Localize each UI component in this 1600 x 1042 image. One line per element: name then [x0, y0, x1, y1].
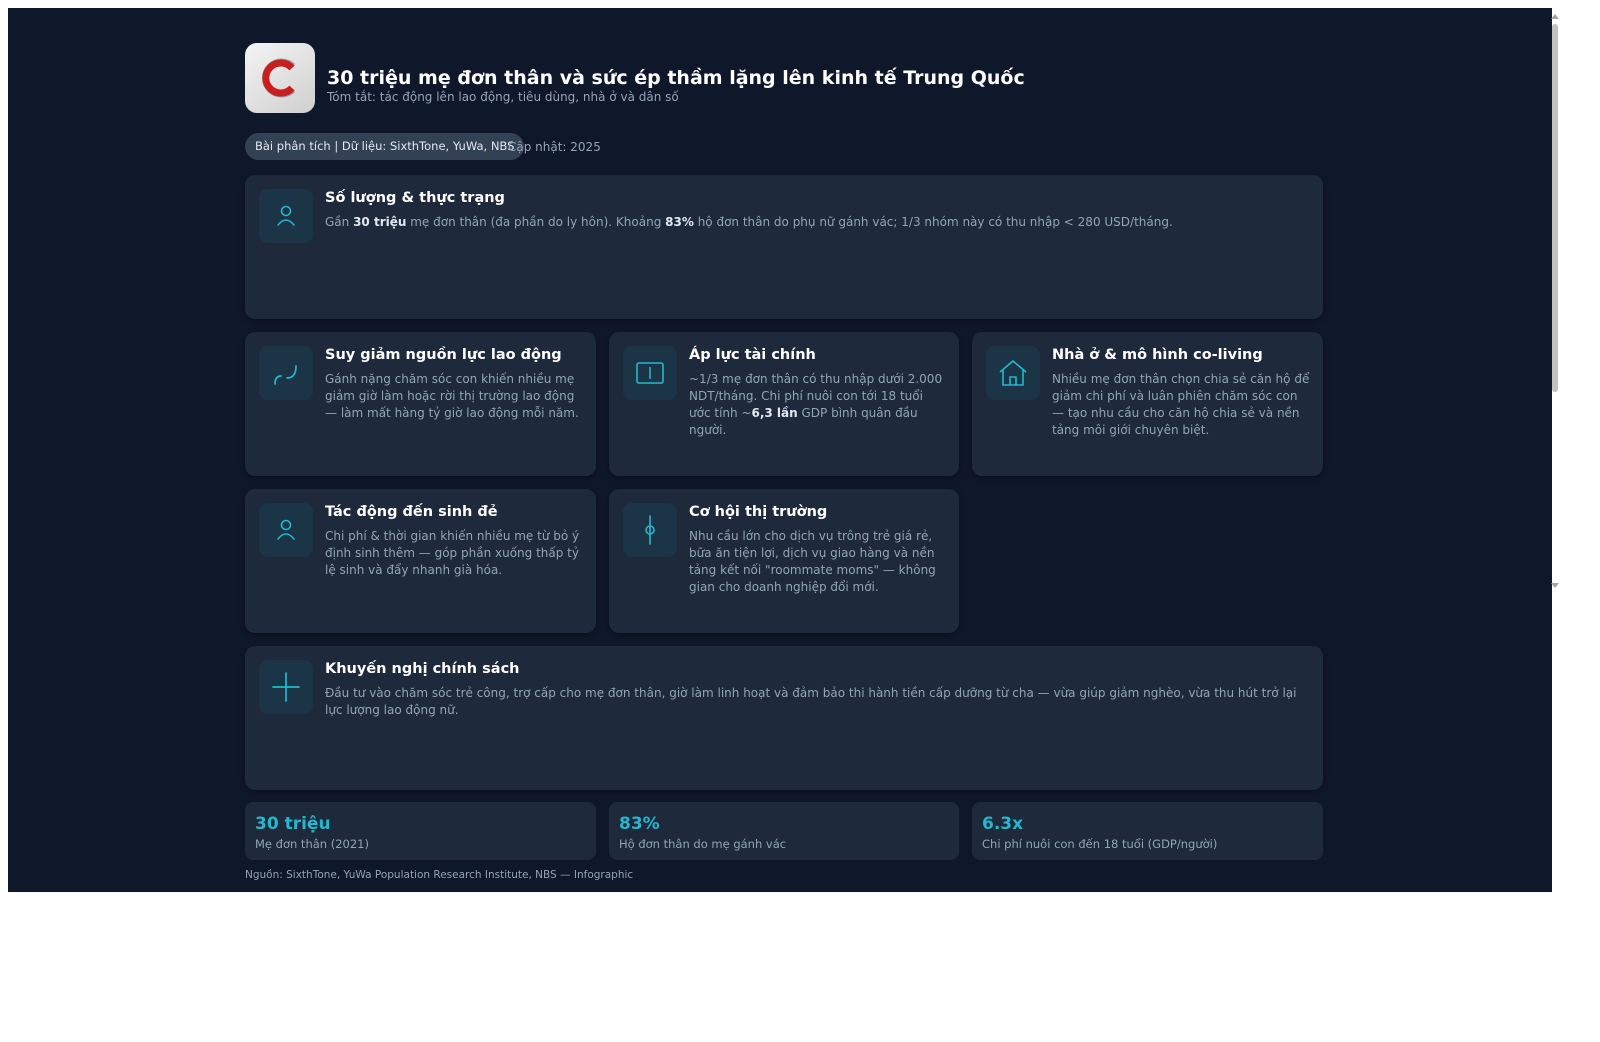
- infographic-page: 30 triệu mẹ đơn thân và sức ép thầm lặng…: [8, 8, 1552, 892]
- stat-value: 30 triệu: [255, 814, 331, 834]
- card-body: Nhiều mẹ đơn thân chọn chia sẻ căn hộ để…: [1052, 372, 1310, 437]
- person-icon: [259, 189, 313, 243]
- card-title: Suy giảm nguồn lực lao động: [325, 347, 562, 363]
- card-body: Đầu tư vào chăm sóc trẻ công, trợ cấp ch…: [325, 686, 1297, 717]
- house-icon: [986, 346, 1040, 400]
- page-title: 30 triệu mẹ đơn thân và sức ép thầm lặng…: [327, 67, 1025, 89]
- card-body: ~1/3 mẹ đơn thân có thu nhập dưới 2.000 …: [689, 372, 943, 437]
- stat-child-cost: 6.3x Chi phí nuôi con đến 18 tuổi (GDP/n…: [972, 802, 1323, 860]
- stat-value: 83%: [619, 814, 660, 834]
- page-subtitle: Tóm tắt: tác động lên lao động, tiêu dùn…: [327, 90, 679, 104]
- card-birth: Tác động đến sinh đẻ Chi phí & thời gian…: [245, 489, 596, 633]
- cross-icon: [259, 660, 313, 714]
- card-title: Số lượng & thực trạng: [325, 190, 505, 206]
- stat-value: 6.3x: [982, 814, 1024, 834]
- card-title: Cơ hội thị trường: [689, 504, 828, 520]
- card-count-status: Số lượng & thực trạng Gần 30 triệu mẹ đơ…: [245, 175, 1323, 319]
- stat-single-mothers: 30 triệu Mẹ đơn thân (2021): [245, 802, 596, 860]
- pin-icon: [623, 503, 677, 557]
- scroll-down-arrow-icon[interactable]: [1551, 583, 1559, 588]
- source-badge: Bài phân tích | Dữ liệu: SixthTone, YuWa…: [245, 133, 525, 160]
- updated-date: Cập nhật: 2025: [508, 140, 601, 154]
- card-finance: Áp lực tài chính ~1/3 mẹ đơn thân có thu…: [609, 332, 959, 476]
- scroll-up-arrow-icon[interactable]: [1551, 14, 1559, 19]
- c-logo-icon: [245, 43, 315, 113]
- card-housing: Nhà ở & mô hình co-living Nhiều mẹ đơn t…: [972, 332, 1323, 476]
- card-title: Khuyến nghị chính sách: [325, 661, 520, 677]
- card-title: Áp lực tài chính: [689, 347, 816, 363]
- card-title: Nhà ở & mô hình co-living: [1052, 347, 1263, 363]
- card-body: Gánh nặng chăm sóc con khiến nhiều mẹ gi…: [325, 372, 579, 420]
- card-title: Tác động đến sinh đẻ: [325, 504, 498, 520]
- source-footer: Nguồn: SixthTone, YuWa Population Resear…: [245, 869, 634, 881]
- wallet-icon: [623, 346, 677, 400]
- stat-label: Mẹ đơn thân (2021): [255, 837, 369, 851]
- stat-label: Chi phí nuôi con đến 18 tuổi (GDP/người): [982, 837, 1218, 851]
- curve-icon: [259, 346, 313, 400]
- card-labor: Suy giảm nguồn lực lao động Gánh nặng ch…: [245, 332, 596, 476]
- stat-mother-headed: 83% Hộ đơn thân do mẹ gánh vác: [609, 802, 959, 860]
- person-icon: [259, 503, 313, 557]
- page-header: 30 triệu mẹ đơn thân và sức ép thầm lặng…: [245, 43, 1323, 115]
- card-market: Cơ hội thị trường Nhu cầu lớn cho dịch v…: [609, 489, 959, 633]
- scrollbar-thumb[interactable]: [1552, 24, 1558, 392]
- card-policy: Khuyến nghị chính sách Đầu tư vào chăm s…: [245, 646, 1323, 790]
- stat-label: Hộ đơn thân do mẹ gánh vác: [619, 837, 787, 851]
- card-body: Chi phí & thời gian khiến nhiều mẹ từ bỏ…: [325, 529, 580, 577]
- card-body: Nhu cầu lớn cho dịch vụ trông trẻ giá rẻ…: [689, 529, 936, 594]
- card-body: Gần 30 triệu mẹ đơn thân (đa phần do ly …: [325, 215, 1173, 229]
